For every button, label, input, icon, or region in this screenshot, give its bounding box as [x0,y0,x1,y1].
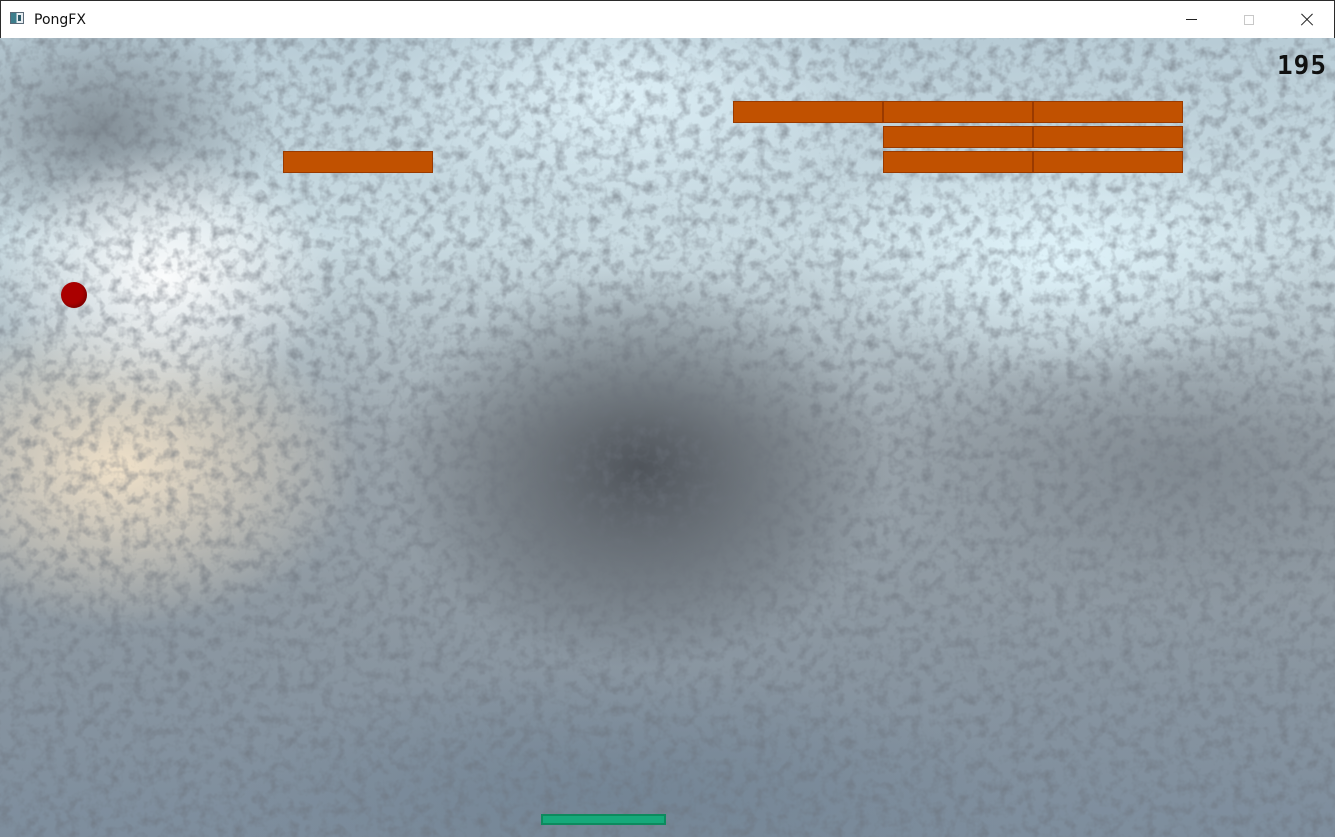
minimize-button[interactable] [1162,1,1220,38]
close-icon [1300,13,1314,27]
brick [1033,101,1183,123]
ball [61,282,87,308]
brick [1033,126,1183,148]
brick [733,101,883,123]
maximize-icon [1244,14,1254,25]
title-bar[interactable]: PongFX [0,0,1335,39]
close-button[interactable] [1278,1,1335,38]
maximize-button[interactable] [1220,1,1278,38]
minimize-icon [1185,19,1197,20]
score-display: 195 [1277,51,1327,81]
brick [283,151,433,173]
brick [1033,151,1183,173]
brick [883,126,1033,148]
brick [883,151,1033,173]
game-canvas[interactable]: 195 [0,38,1335,837]
brick [883,101,1033,123]
app-window-icon [10,12,24,24]
paddle[interactable] [541,814,666,825]
pongfx-window: PongFX 195 [0,0,1335,837]
window-title: PongFX [34,12,86,28]
